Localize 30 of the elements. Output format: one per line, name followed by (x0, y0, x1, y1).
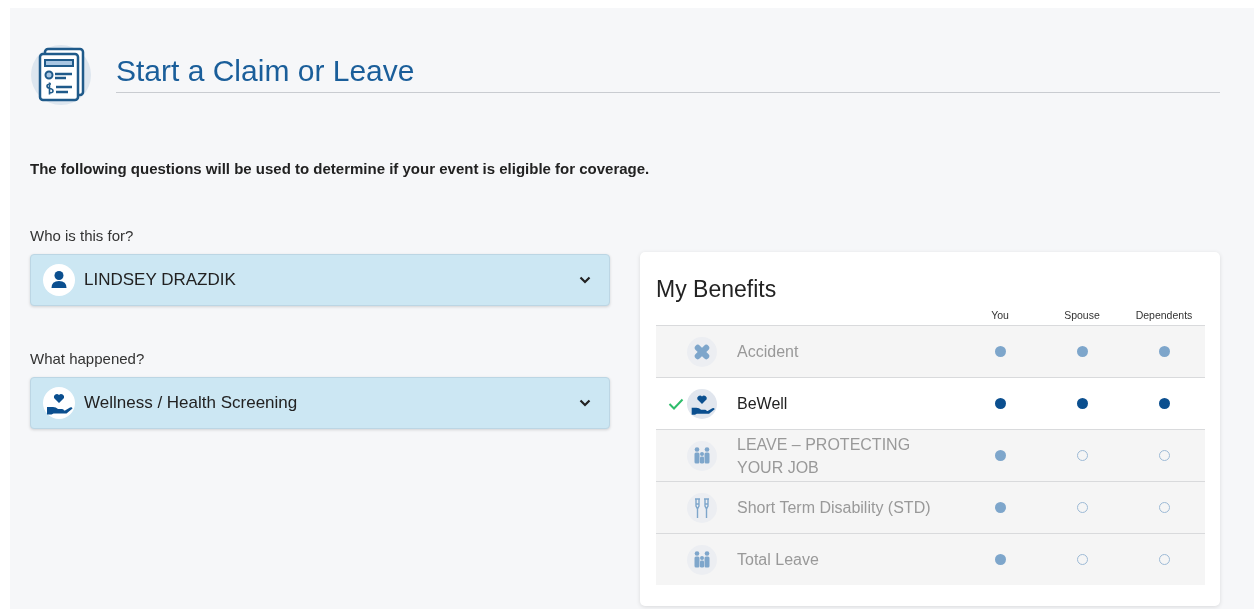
chevron-down-icon (579, 399, 591, 407)
benefit-name: LEAVE – PROTECTING YOUR JOB (736, 434, 912, 478)
benefit-row[interactable]: Total Leave (656, 534, 1205, 585)
claim-form-icon (30, 44, 92, 106)
benefit-row[interactable]: Accident (656, 326, 1205, 378)
question-label: Who is this for? (30, 227, 135, 244)
crutches-icon (687, 492, 717, 523)
benefit-name: Short Term Disability (STD) (736, 498, 932, 518)
checkmark-icon (668, 397, 684, 410)
family-icon (687, 440, 717, 471)
bandage-icon (687, 336, 717, 367)
heart-hand-icon (687, 388, 717, 419)
family-icon (687, 544, 717, 575)
heart-hand-icon (43, 387, 75, 419)
benefit-name: BeWell (736, 394, 789, 414)
benefit-row[interactable]: Short Term Disability (STD) (656, 482, 1205, 534)
column-header: Spouse (1063, 309, 1101, 321)
person-icon (43, 264, 75, 296)
card-title: My Benefits (656, 276, 778, 303)
chevron-down-icon (579, 276, 591, 284)
benefit-row[interactable]: LEAVE – PROTECTING YOUR JOB (656, 430, 1205, 482)
column-header: Dependents (1134, 309, 1194, 321)
dropdown-field[interactable]: LINDSEY DRAZDIK (30, 254, 610, 306)
question-label: What happened? (30, 350, 146, 367)
dropdown-field[interactable]: Wellness / Health Screening (30, 377, 610, 429)
intro-text: The following questions will be used to determine if your event is eligible for coverage. (30, 160, 651, 177)
column-header: You (990, 309, 1010, 321)
page-title: Start a Claim or Leave (116, 54, 1220, 93)
benefit-name: Total Leave (736, 550, 820, 570)
benefit-name: Accident (736, 342, 800, 362)
